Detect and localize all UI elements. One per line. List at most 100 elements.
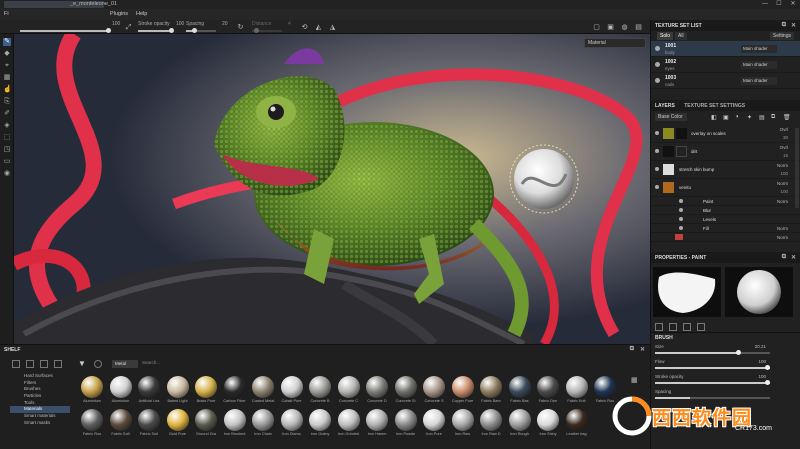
eye-icon[interactable] bbox=[679, 217, 683, 221]
add-effect-icon[interactable]: ✦ bbox=[747, 114, 752, 121]
layers-scrollbar[interactable] bbox=[795, 128, 799, 208]
lazy-mouse-icon[interactable]: ↻ bbox=[236, 23, 245, 32]
render-icon[interactable]: ◍ bbox=[620, 23, 629, 32]
filter-all[interactable]: All bbox=[675, 32, 687, 40]
eye-icon[interactable] bbox=[655, 149, 659, 153]
material-thumbnail[interactable]: Iron Pure bbox=[420, 407, 448, 441]
menu-help[interactable]: Help bbox=[136, 11, 147, 17]
brush-alpha-preview[interactable] bbox=[653, 267, 721, 317]
material-thumbnail[interactable]: Iron Raw D bbox=[477, 407, 505, 441]
material-thumbnail[interactable]: Fabric Rou bbox=[78, 407, 106, 441]
material-thumbnail[interactable]: Fabric Bas bbox=[506, 374, 534, 408]
category-materials[interactable]: Materials bbox=[10, 406, 70, 414]
material-thumbnail[interactable]: Fabric Den bbox=[534, 374, 562, 408]
category-brushes[interactable]: Brushes bbox=[10, 386, 70, 393]
add-mask-icon[interactable]: ◑ bbox=[735, 114, 739, 120]
clone-tool-icon[interactable]: ⎘ bbox=[3, 98, 11, 106]
material-thumbnail[interactable]: Iron Diamo bbox=[278, 407, 306, 441]
effect-row[interactable]: Paint Norm bbox=[651, 197, 800, 206]
texture-set-row[interactable]: 1001 body Main shader bbox=[651, 41, 800, 57]
material-thumbnail[interactable]: Fabric Knit bbox=[563, 374, 591, 408]
stroke-opacity-slider[interactable] bbox=[655, 380, 771, 385]
alpha-tab-icon[interactable] bbox=[669, 323, 677, 331]
visibility-icon[interactable] bbox=[655, 62, 660, 67]
tab-layers[interactable]: LAYERS bbox=[655, 103, 675, 109]
panel-float-icon[interactable]: ⧉ bbox=[782, 22, 786, 29]
add-folder-icon[interactable]: ▤ bbox=[759, 114, 765, 121]
filter-icon[interactable]: ▼ bbox=[78, 359, 86, 368]
material-thumbnail[interactable]: Concrete C bbox=[335, 374, 363, 408]
new-shelf-icon[interactable] bbox=[12, 360, 20, 368]
layer-row[interactable]: dirt Ovrl 15 bbox=[651, 143, 800, 161]
eye-icon[interactable] bbox=[679, 226, 683, 230]
projection-tool-icon[interactable]: ⌖ bbox=[3, 62, 11, 70]
delete-layer-icon[interactable]: 🗑 bbox=[783, 114, 791, 121]
prop-flow[interactable]: Flow 100 bbox=[651, 358, 800, 373]
effect-row[interactable]: Fill Norm bbox=[651, 224, 800, 233]
visibility-icon[interactable] bbox=[655, 78, 660, 83]
screenshot-icon[interactable]: ▢ bbox=[592, 23, 601, 32]
add-layer-icon[interactable]: ▣ bbox=[723, 114, 729, 121]
material-thumbnail[interactable]: Ground Gra bbox=[192, 407, 220, 441]
panel-float-icon[interactable]: ⧉ bbox=[782, 254, 786, 261]
search-input[interactable]: Search... bbox=[142, 360, 262, 368]
material-thumbnail[interactable]: Baked Light bbox=[164, 374, 192, 408]
menu-plugins[interactable]: Plugins bbox=[110, 11, 128, 17]
layer-row[interactable]: overlay on scales Ovrl 30 bbox=[651, 125, 800, 143]
material-thumbnail[interactable]: Concrete Sl bbox=[392, 374, 420, 408]
smudge-tool-icon[interactable]: ☝ bbox=[3, 86, 12, 94]
material-thumbnail[interactable]: Gold Pure bbox=[164, 407, 192, 441]
layer-row[interactable]: Norm bbox=[651, 233, 800, 242]
material-thumbnail[interactable]: Coated Metal bbox=[249, 374, 277, 408]
stencil-tab-icon[interactable] bbox=[683, 323, 691, 331]
material-thumbnail[interactable]: Iron Brushed bbox=[221, 407, 249, 441]
grid-view-icon[interactable]: ▦ bbox=[631, 377, 639, 385]
channel-select[interactable]: Base Color bbox=[655, 113, 687, 121]
filter-chip[interactable]: Metal bbox=[112, 360, 138, 368]
material-thumbnail[interactable]: Concrete B bbox=[306, 374, 334, 408]
material-thumbnail[interactable]: Iron Grainy bbox=[306, 407, 334, 441]
material-thumbnail[interactable]: Fabric Suit bbox=[135, 407, 163, 441]
material-thumbnail[interactable]: Fabric Soft bbox=[107, 407, 135, 441]
refresh-icon[interactable] bbox=[54, 360, 62, 368]
minimize-button[interactable]: — bbox=[758, 0, 772, 9]
prop-stroke-opacity[interactable]: Stroke opacity 100 bbox=[651, 373, 800, 388]
distance-value[interactable]: 4 bbox=[288, 21, 291, 27]
layer-tool-icon[interactable]: ▭ bbox=[3, 158, 11, 166]
category-smart-masks[interactable]: Smart masks bbox=[10, 420, 70, 427]
category-hard-surfaces[interactable]: Hard Surfaces bbox=[10, 373, 70, 380]
shader-select[interactable]: Main shader bbox=[741, 61, 777, 69]
material-thumbnail[interactable]: Copper Pure bbox=[449, 374, 477, 408]
panel-close-icon[interactable]: ✕ bbox=[640, 346, 645, 353]
material-thumbnail[interactable]: Fabric Bam bbox=[477, 374, 505, 408]
spacing-value[interactable]: 20 bbox=[222, 21, 228, 27]
picker-tool-icon[interactable]: ✐ bbox=[3, 110, 11, 118]
visibility-icon[interactable] bbox=[655, 46, 660, 51]
material-thumbnail[interactable]: Artificial Lea bbox=[135, 374, 163, 408]
panel-float-icon[interactable]: ⧉ bbox=[630, 346, 634, 353]
panel-close-icon[interactable]: ✕ bbox=[791, 22, 796, 29]
menu-file[interactable]: Fi bbox=[4, 11, 9, 17]
material-thumbnail[interactable]: Iron Raw bbox=[449, 407, 477, 441]
mirror-icon[interactable]: ◭ bbox=[314, 23, 323, 32]
texture-set-row[interactable]: 1002 eyes Main shader bbox=[651, 57, 800, 73]
symmetry-icon[interactable]: ⟲ bbox=[300, 23, 309, 32]
camera-icon[interactable]: ▣ bbox=[606, 23, 615, 32]
duplicate-layer-icon[interactable]: ⧉ bbox=[771, 114, 775, 121]
viewport-mode-select[interactable]: Material bbox=[584, 38, 646, 48]
eye-icon[interactable] bbox=[679, 199, 683, 203]
texture-set-settings-button[interactable]: Settings bbox=[769, 32, 794, 40]
eye-icon[interactable] bbox=[679, 208, 683, 212]
category-tools[interactable]: Tools bbox=[10, 400, 70, 407]
material-thumbnail[interactable]: Concrete D bbox=[363, 374, 391, 408]
measure-tool-icon[interactable]: ◳ bbox=[3, 146, 11, 154]
eye-icon[interactable] bbox=[655, 167, 659, 171]
pen-pressure-icon[interactable]: ⤢ bbox=[124, 23, 133, 32]
layer-row[interactable]: venitu Norm 100 bbox=[651, 179, 800, 197]
projection-icon[interactable]: ◮ bbox=[328, 23, 337, 32]
material-thumbnail[interactable]: Iron Chain bbox=[249, 407, 277, 441]
eye-icon[interactable] bbox=[655, 131, 659, 135]
select-tool-icon[interactable]: ⬚ bbox=[3, 134, 11, 142]
search-icon[interactable] bbox=[94, 360, 102, 368]
category-particles[interactable]: Particles bbox=[10, 393, 70, 400]
